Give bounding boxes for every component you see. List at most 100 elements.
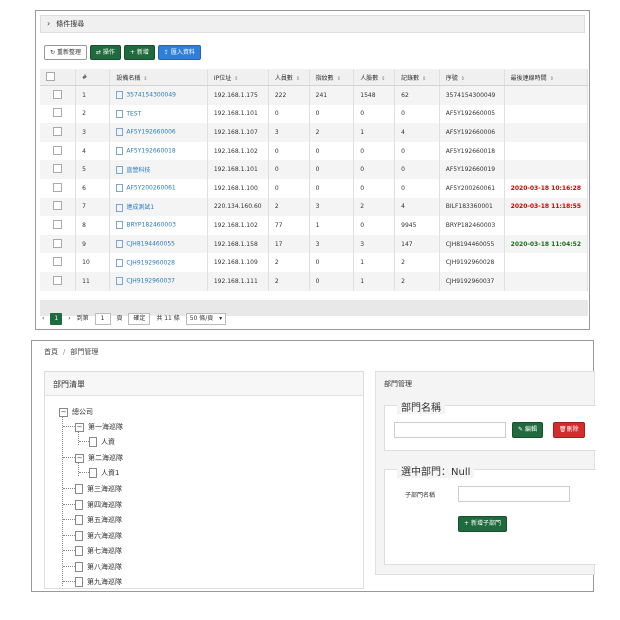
cell-serial: AF5Y200260061 <box>439 178 505 198</box>
reset-button[interactable]: ↻ 重新整理 <box>44 45 87 60</box>
page-1-button[interactable]: 1 <box>50 313 63 325</box>
cell-device-name[interactable]: CJH8194460055 <box>109 234 208 254</box>
table-row[interactable]: 8 BRYP182460003 192.168.1.102 77 1 0 9945 BRYP1… <box>40 216 589 235</box>
table-row[interactable]: 9 CJH8194460055 192.168.1.158 17 3 3 147 CJH819… <box>40 234 589 254</box>
edit-button[interactable]: ✎ 編輯 <box>512 422 543 438</box>
col-ip[interactable]: IP位址 ⇕ <box>207 69 269 86</box>
cell-last-connect: 2020-03-18 11:18:55 <box>504 197 589 217</box>
cell-fingerprints: 0 <box>309 104 355 124</box>
tree-node-dept-8[interactable]: 第八海巡隊 <box>75 561 122 573</box>
tree-node-dept-1[interactable]: − 第一海巡隊 <box>75 421 123 433</box>
cell-ip: 220.134.160.60 <box>207 197 269 217</box>
cell-serial: CJH9192960028 <box>439 253 505 272</box>
dept-name-input[interactable] <box>394 422 506 438</box>
row-checkbox[interactable] <box>40 234 77 254</box>
row-checkbox[interactable] <box>40 197 77 217</box>
table-row[interactable]: 2 TEST 192.168.1.101 0 0 0 0 AF5Y192660005 <box>40 104 589 124</box>
col-device-name[interactable]: 設備名稱 ⇕ <box>109 69 208 86</box>
tree-node-dept-2[interactable]: − 第二海巡隊 <box>75 452 123 464</box>
cell-device-name[interactable]: TEST <box>109 104 208 124</box>
cell-device-name[interactable]: CJH9192960037 <box>109 271 208 291</box>
row-checkbox[interactable] <box>40 85 77 105</box>
cell-serial: BRYP182460003 <box>439 216 505 235</box>
row-checkbox[interactable] <box>40 141 77 161</box>
page-size-select[interactable]: 50 條/頁 ▾ <box>185 313 227 325</box>
cell-ip: 192.168.1.158 <box>207 234 269 254</box>
cell-users: 0 <box>268 160 310 179</box>
tree-node-dept-3[interactable]: 第三海巡隊 <box>75 483 122 495</box>
row-checkbox[interactable] <box>40 271 77 291</box>
document-icon <box>116 147 124 156</box>
cell-device-name[interactable]: AF5Y192660006 <box>109 123 208 142</box>
sub-dept-label: 子部門名稱 <box>405 492 436 499</box>
cell-device-name[interactable]: CJH9192960028 <box>109 253 208 272</box>
file-icon <box>89 437 97 447</box>
cell-device-name[interactable]: BRYP182460003 <box>109 216 208 235</box>
cell-records: 9945 <box>394 216 440 235</box>
select-all-checkbox[interactable] <box>40 69 77 86</box>
delete-button[interactable]: 🗑刪除 <box>553 422 585 438</box>
col-records[interactable]: 記錄數 ⇕ <box>394 69 440 86</box>
goto-confirm-button[interactable]: 確定 <box>128 313 151 325</box>
cell-device-name[interactable]: 連成測試1 <box>109 197 208 217</box>
col-serial[interactable]: 序號 ⇕ <box>439 69 505 86</box>
table-row[interactable]: 11 CJH9192960037 192.168.1.111 2 0 1 2 CJH91929… <box>40 271 589 291</box>
cell-device-name[interactable]: 直營科技 <box>109 160 208 179</box>
cell-index: 5 <box>75 160 111 179</box>
breadcrumb-current: 部門管理 <box>70 348 99 356</box>
row-checkbox[interactable] <box>40 216 77 235</box>
cell-records: 2 <box>394 271 440 291</box>
table-row[interactable]: 1 3574154300049 192.168.1.175 222 241 1548 62 3… <box>40 85 589 105</box>
breadcrumb-home[interactable]: 首頁 <box>44 348 58 356</box>
prev-page-icon[interactable]: ‹ <box>42 313 44 325</box>
tree-node-dept-2-hr[interactable]: 人資1 <box>89 467 119 479</box>
import-button[interactable]: ⇪ 匯入資料 <box>157 45 201 60</box>
row-checkbox[interactable] <box>40 104 77 124</box>
cell-last-connect <box>504 271 589 291</box>
table-row[interactable]: 10 CJH9192960028 192.168.1.109 2 0 1 2 CJH91929… <box>40 253 589 272</box>
document-icon <box>116 128 124 137</box>
cell-device-name[interactable]: AF5Y200260061 <box>109 178 208 198</box>
table-row[interactable]: 6 AF5Y200260061 192.168.1.100 0 0 0 0 AF5Y20026… <box>40 178 589 198</box>
goto-page-input[interactable]: 1 <box>94 313 111 325</box>
document-icon <box>116 166 124 175</box>
tree-node-dept-6[interactable]: 第六海巡隊 <box>75 530 122 542</box>
tree-node-dept-5[interactable]: 第五海巡隊 <box>75 514 122 526</box>
tree-node-dept-4[interactable]: 第四海巡隊 <box>75 499 122 511</box>
tree-node-dept-1-hr[interactable]: 人資 <box>89 436 115 448</box>
cell-faces: 0 <box>353 104 396 124</box>
sub-dept-input[interactable] <box>458 486 570 502</box>
row-checkbox[interactable] <box>40 160 77 179</box>
cell-last-connect <box>504 160 589 179</box>
col-index[interactable]: # <box>75 69 111 86</box>
action-button[interactable]: ⇄ 操作 <box>89 45 121 60</box>
department-manage-box: 部門管理 部門名稱 ✎ 編輯 🗑刪除 選中部門：Null 子部門名稱 + 新增子… <box>375 371 596 575</box>
cell-device-name[interactable]: AF5Y192660018 <box>109 141 208 161</box>
table-row[interactable]: 4 AF5Y192660018 192.168.1.102 0 0 0 0 AF5Y19266… <box>40 141 589 161</box>
next-page-icon[interactable]: › <box>68 313 70 325</box>
col-last-connect[interactable]: 最後連線時間 ⇕ <box>504 69 589 86</box>
add-button[interactable]: + 新增 <box>123 45 155 60</box>
cell-index: 2 <box>75 104 111 124</box>
tree-node-dept-7[interactable]: 第七海巡隊 <box>75 545 122 557</box>
col-faces[interactable]: 人臉數 ⇕ <box>353 69 396 86</box>
tree-node-root[interactable]: − 總公司 <box>59 406 93 418</box>
row-checkbox[interactable] <box>40 178 77 198</box>
row-checkbox[interactable] <box>40 123 77 142</box>
col-fingerprints[interactable]: 指紋數 ⇕ <box>309 69 355 86</box>
document-icon <box>116 109 124 118</box>
table-row[interactable]: 7 連成測試1 220.134.160.60 2 3 2 4 BILF183360001 202… <box>40 197 589 217</box>
cell-device-name[interactable]: 3574154300049 <box>109 85 208 105</box>
filter-bar[interactable]: › 條件搜尋 <box>40 15 585 33</box>
col-users[interactable]: 人員數 ⇕ <box>268 69 310 86</box>
row-checkbox[interactable] <box>40 253 77 272</box>
table-row[interactable]: 3 AF5Y192660006 192.168.1.107 3 2 1 4 AF5Y19266… <box>40 123 589 142</box>
table-row[interactable]: 5 直營科技 192.168.1.101 0 0 0 0 AF5Y192660019 <box>40 160 589 179</box>
cell-index: 7 <box>75 197 111 217</box>
cell-faces: 0 <box>353 178 396 198</box>
add-sub-dept-button[interactable]: + 新增子部門 <box>458 516 507 532</box>
file-icon <box>89 468 97 478</box>
cell-serial: AF5Y192660006 <box>439 123 505 142</box>
cell-records: 0 <box>394 141 440 161</box>
tree-node-dept-9[interactable]: 第九海巡隊 <box>75 576 122 588</box>
